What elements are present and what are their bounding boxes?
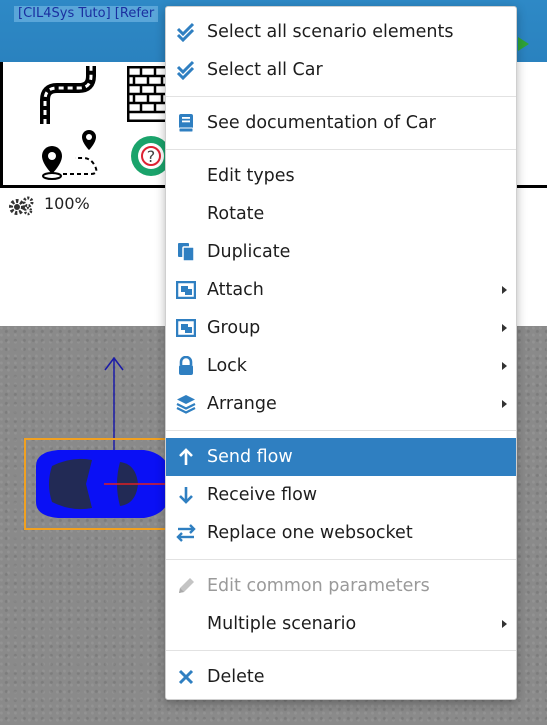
menu-item-duplicate[interactable]: Duplicate [166,233,516,271]
menu-item-edit-types[interactable]: Edit types [166,157,516,195]
menu-item-arrange[interactable]: Arrange [166,385,516,423]
road-path-icon[interactable] [39,66,101,124]
menu-item-select-all-car[interactable]: Select all Car [166,51,516,89]
menu-item-label: Select all Car [207,60,323,80]
menu-item-label: Receive flow [207,485,318,505]
chevron-right-icon [502,324,507,332]
arrow-up-icon [176,447,196,467]
menu-item-label: Edit types [207,166,295,186]
wall-icon[interactable] [127,66,169,122]
menu-item-multiple-scenario[interactable]: Multiple scenario [166,605,516,643]
menu-item-rotate[interactable]: Rotate [166,195,516,233]
group-icon [176,318,196,338]
menu-separator [166,430,516,431]
menu-item-label: Send flow [207,447,293,467]
arrow-down-icon [176,485,196,505]
gears-icon[interactable] [8,196,34,216]
menu-item-label: See documentation of Car [207,113,436,133]
menu-item-label: Arrange [207,394,277,414]
target-question-icon[interactable]: ? [129,132,169,176]
route-pins-icon[interactable] [39,126,101,182]
close-icon [176,667,196,687]
copy-icon [176,242,196,262]
menu-item-label: Lock [207,356,247,376]
car-element[interactable] [24,438,174,534]
menu-item-select-all-scenario[interactable]: Select all scenario elements [166,13,516,51]
lock-icon [176,356,196,376]
zoom-level: 100% [44,194,90,213]
window-tab-title[interactable]: [CIL4Sys Tuto] [Refer [14,6,159,22]
menu-item-label: Replace one websocket [207,523,413,543]
menu-item-label: Group [207,318,261,338]
menu-item-replace-websocket[interactable]: Replace one websocket [166,514,516,552]
menu-separator [166,149,516,150]
play-icon[interactable] [518,37,529,51]
context-menu: Select all scenario elements Select all … [165,6,517,700]
menu-item-delete[interactable]: Delete [166,658,516,696]
menu-item-edit-common-parameters: Edit common parameters [166,567,516,605]
menu-separator [166,96,516,97]
chevron-right-icon [502,620,507,628]
double-check-icon [176,22,196,42]
menu-item-label: Attach [207,280,264,300]
menu-separator [166,650,516,651]
menu-item-label: Edit common parameters [207,576,430,596]
swap-arrows-icon [176,523,196,543]
menu-item-see-documentation[interactable]: See documentation of Car [166,104,516,142]
menu-item-label: Multiple scenario [207,614,357,634]
menu-item-group[interactable]: Group [166,309,516,347]
chevron-right-icon [502,286,507,294]
menu-item-lock[interactable]: Lock [166,347,516,385]
menu-item-attach[interactable]: Attach [166,271,516,309]
menu-item-label: Rotate [207,204,265,224]
svg-text:?: ? [147,147,156,166]
pencil-icon [176,576,196,596]
attach-icon [176,280,196,300]
layers-icon [176,394,196,414]
menu-separator [166,559,516,560]
menu-item-receive-flow[interactable]: Receive flow [166,476,516,514]
menu-item-label: Delete [207,667,265,687]
menu-item-label: Select all scenario elements [207,22,454,42]
menu-item-label: Duplicate [207,242,291,262]
book-icon [176,113,196,133]
chevron-right-icon [502,362,507,370]
menu-item-send-flow[interactable]: Send flow [166,438,516,476]
chevron-right-icon [502,400,507,408]
double-check-icon [176,60,196,80]
